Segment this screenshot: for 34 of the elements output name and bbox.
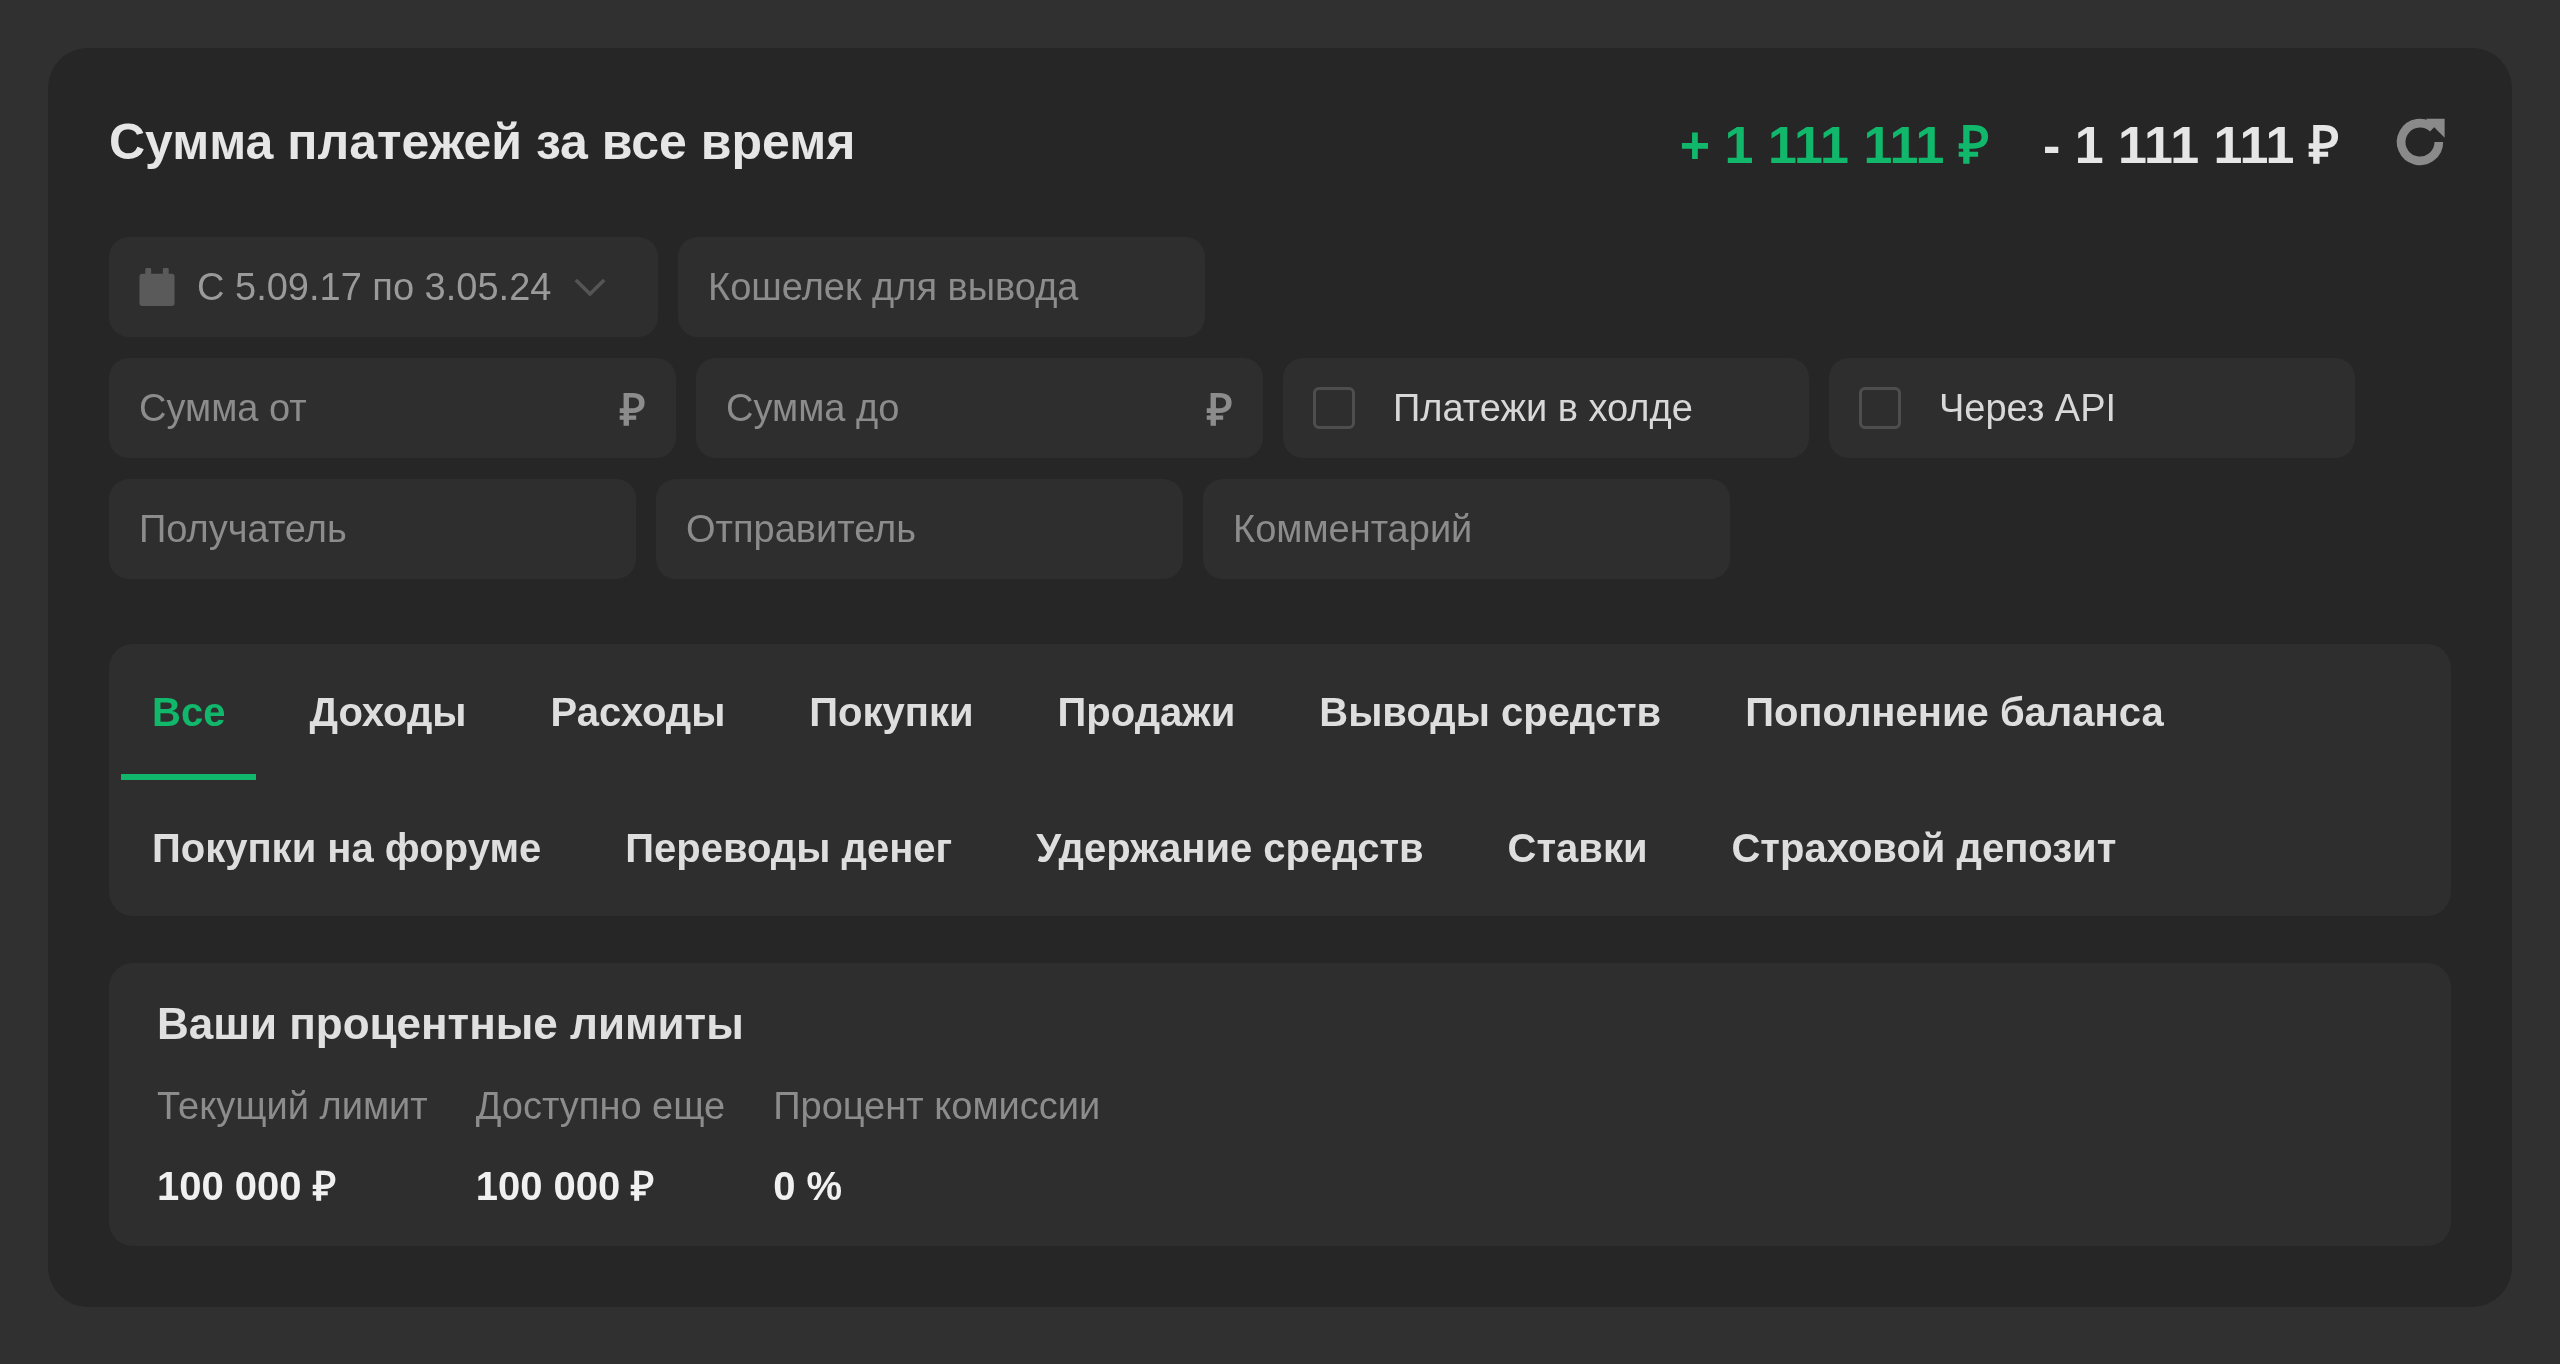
category-tab[interactable]: Пополнение баланса (1714, 644, 2195, 780)
calendar-icon (139, 268, 175, 306)
chevron-down-icon (573, 277, 608, 297)
limit-value: 0 % (773, 1163, 844, 1210)
checkbox[interactable] (1313, 387, 1355, 429)
category-tab[interactable]: Расходы (519, 644, 757, 780)
expense-total: - 1 111 111 ₽ (2042, 114, 2339, 176)
category-tab[interactable]: Все (121, 644, 257, 780)
checkbox-label[interactable]: Через API (1939, 386, 2117, 430)
currency-symbol: ₽ (1207, 384, 1233, 436)
limit-label: Процент комиссии (773, 1085, 1101, 1128)
text-input-field[interactable]: Комментарий (1203, 479, 1730, 579)
category-tab[interactable]: Покупки на форуме (121, 780, 573, 916)
category-tab[interactable]: Ставки (1476, 780, 1679, 916)
limit-value: 100 000 ₽ (475, 1163, 656, 1210)
limit-value: 100 000 ₽ (157, 1163, 337, 1210)
category-tab[interactable]: Удержание средств (1005, 780, 1455, 916)
currency-symbol: ₽ (620, 384, 646, 436)
category-tab[interactable]: Покупки (778, 644, 1005, 780)
limit-label: Доступно еще (475, 1085, 726, 1128)
text-input-field[interactable]: Отправитель (656, 479, 1183, 579)
checkbox[interactable] (1859, 387, 1901, 429)
limits-title: Ваши процентные лимиты (157, 999, 745, 1049)
category-tab[interactable]: Переводы денег (594, 780, 984, 916)
text-input-field[interactable]: Получатель (109, 479, 636, 579)
panel-title: Сумма платежей за все время (109, 113, 856, 171)
limit-label: Текущий лимит (157, 1085, 428, 1128)
category-tab[interactable]: Выводы средств (1288, 644, 1693, 780)
income-total: + 1 111 111 ₽ (1679, 114, 1989, 176)
category-tab[interactable]: Страховой депозит (1700, 780, 2148, 916)
text-input-field[interactable]: Кошелек для вывода (678, 237, 1205, 337)
category-tab[interactable]: Доходы (278, 644, 498, 780)
category-tab[interactable]: Продажи (1026, 644, 1267, 780)
date-range-dropdown[interactable]: С 5.09.17 по 3.05.24 (109, 237, 658, 337)
